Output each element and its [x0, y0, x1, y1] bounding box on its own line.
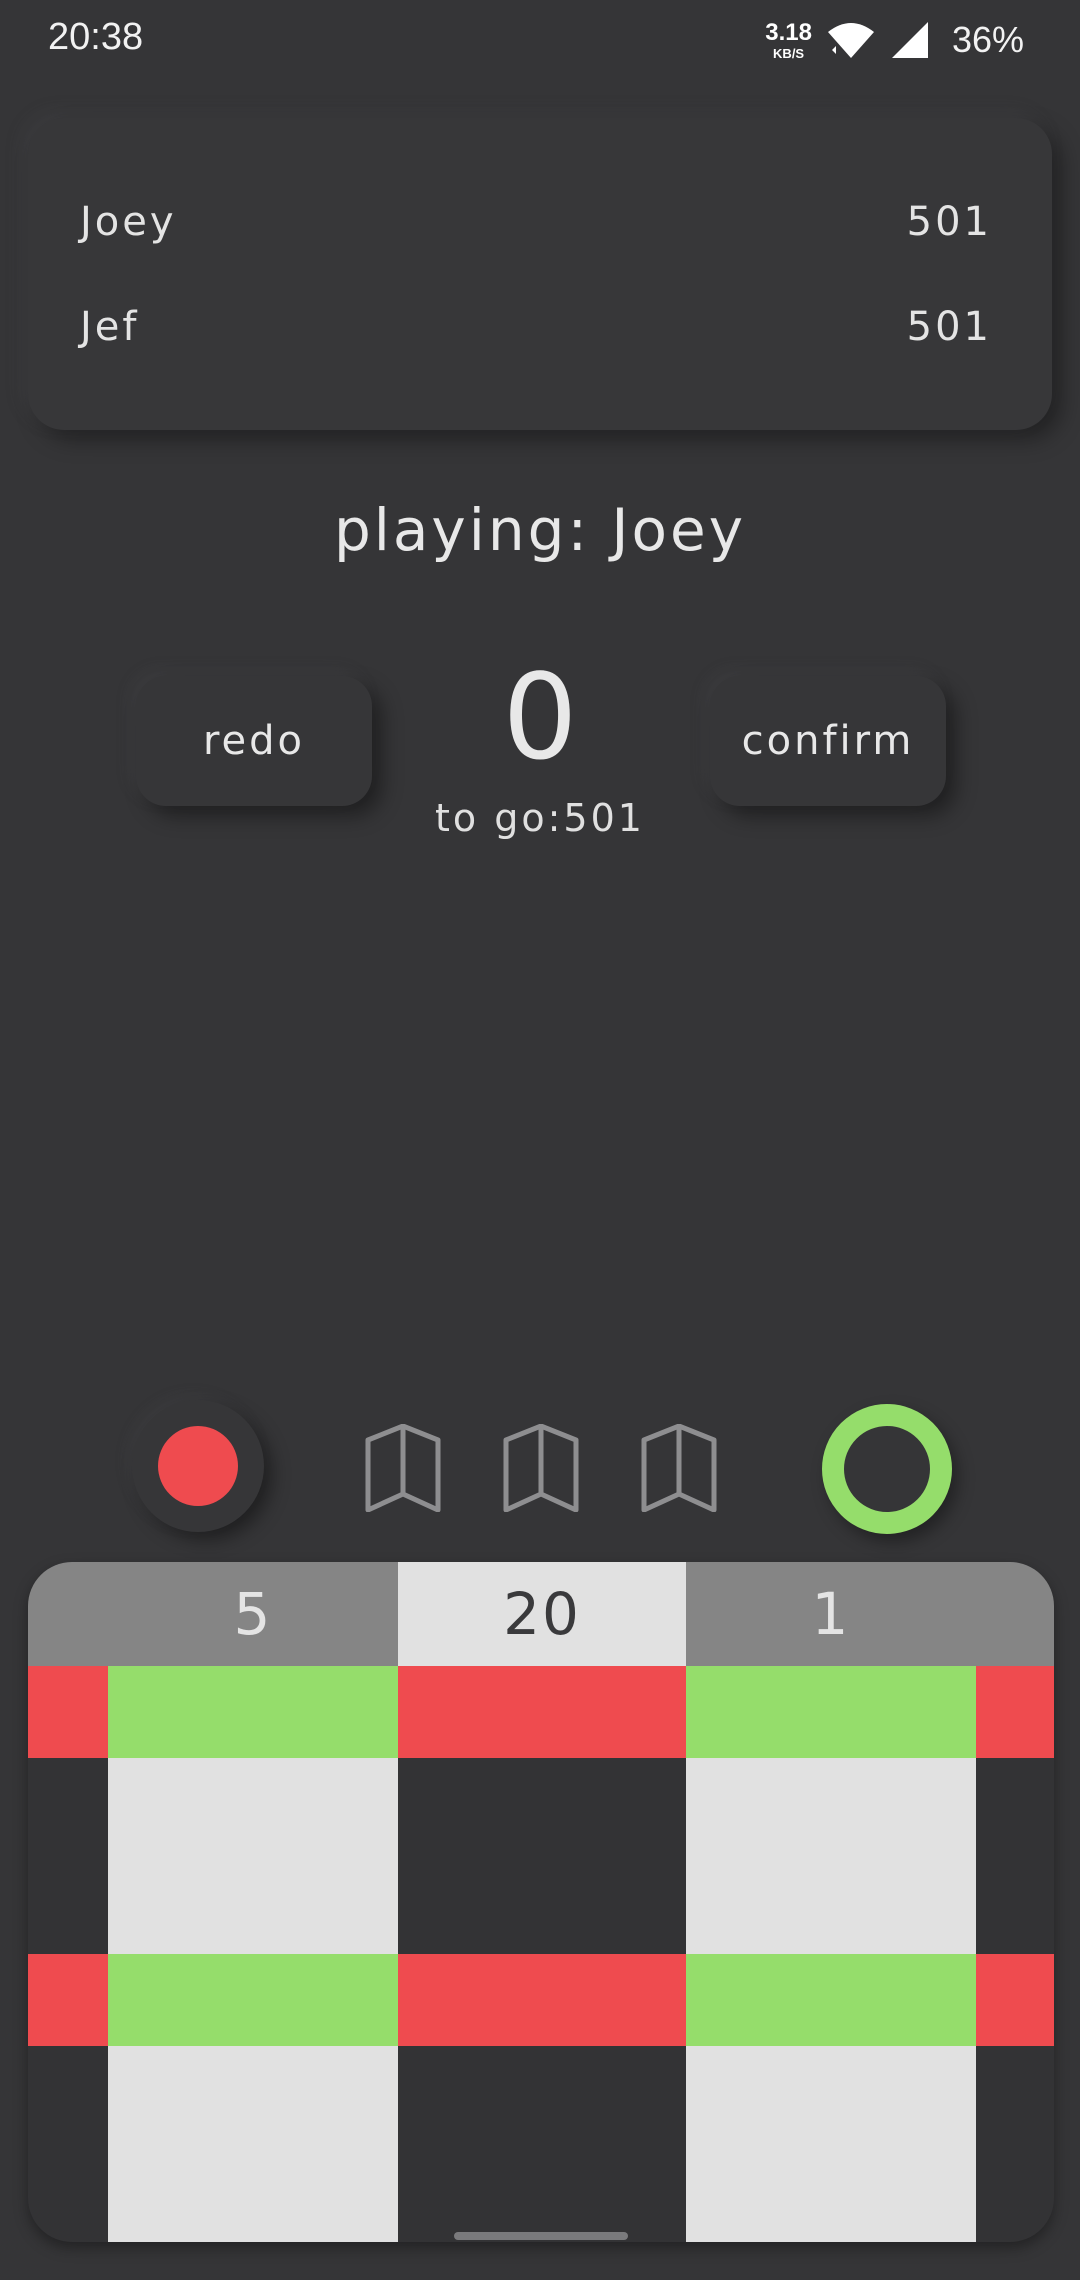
network-speed-unit: KB/S	[773, 45, 805, 61]
single-5-outer[interactable]	[108, 1758, 398, 1954]
triple-right-edge[interactable]	[976, 1954, 1054, 2046]
double-right-edge[interactable]	[976, 1666, 1054, 1758]
current-player-label: playing: Joey	[333, 496, 747, 564]
red-dot-icon	[158, 1426, 238, 1506]
single-1-outer[interactable]	[686, 1758, 976, 1954]
battery-percentage: 36%	[951, 19, 1024, 60]
status-bar: 20:38 3.18 KB/S 36%	[0, 0, 1080, 80]
network-speed: 3.18 KB/S	[765, 18, 812, 61]
status-time: 20:38	[48, 16, 144, 58]
confirm-button[interactable]: confirm	[710, 676, 946, 806]
triple-1[interactable]	[686, 1954, 976, 2046]
wifi-icon	[827, 23, 874, 58]
bull-button[interactable]	[822, 1404, 952, 1534]
triple-5[interactable]	[108, 1954, 398, 2046]
player-name: Joey	[80, 199, 177, 245]
dartboard-segments: 5 20 1	[28, 1562, 1054, 2242]
miss-button[interactable]	[132, 1400, 264, 1532]
segment-label[interactable]: 5	[108, 1562, 398, 1666]
network-speed-value: 3.18	[765, 18, 812, 46]
scoreboard-card	[28, 118, 1052, 430]
double-1[interactable]	[686, 1666, 976, 1758]
redo-button[interactable]: redo	[136, 676, 372, 806]
dart-icon	[641, 1424, 717, 1512]
triple-left-edge[interactable]	[28, 1954, 108, 2046]
player-row: Jef 501	[80, 297, 992, 357]
segment-label[interactable]: 20	[398, 1562, 686, 1666]
single-1-inner[interactable]	[686, 2046, 976, 2242]
single-5-inner[interactable]	[108, 2046, 398, 2242]
home-indicator[interactable]	[454, 2232, 628, 2240]
triple-20[interactable]	[398, 1954, 686, 2046]
double-20[interactable]	[398, 1666, 686, 1758]
player-score: 501	[906, 199, 992, 245]
dart-icon	[503, 1424, 579, 1512]
status-icons: 3.18 KB/S 36%	[765, 14, 1024, 66]
double-5[interactable]	[108, 1666, 398, 1758]
current-turn-score: 0	[502, 648, 578, 786]
player-name: Jef	[80, 304, 140, 350]
score-to-go: to go:501	[435, 796, 645, 840]
signal-icon	[891, 22, 928, 58]
player-score: 501	[906, 304, 992, 350]
dart-icon	[365, 1424, 441, 1512]
double-left-edge[interactable]	[28, 1666, 108, 1758]
player-row: Joey 501	[80, 192, 992, 252]
segment-label[interactable]: 1	[686, 1562, 976, 1666]
